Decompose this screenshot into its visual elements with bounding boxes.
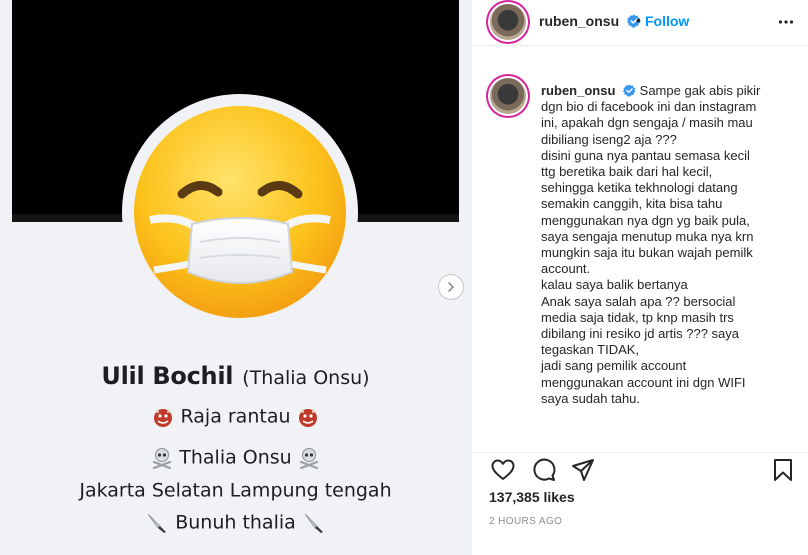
caption-text: mungkin saja itu bukan wajah pemilk — [541, 245, 753, 261]
knife-icon — [147, 513, 167, 533]
caption-text: menggunakan nya dgn yg baik pula, — [541, 212, 750, 228]
post-timestamp[interactable]: 2 HOURS AGO — [489, 516, 562, 527]
caption-text: disini guna nya pantau semasa kecil — [541, 147, 750, 163]
like-heart-icon[interactable] — [490, 457, 516, 483]
post-header: ruben_onsu • Follow — [472, 0, 808, 46]
ogre-icon — [154, 407, 173, 427]
skull-crossbones-icon — [153, 447, 172, 469]
verified-badge-icon — [623, 84, 636, 97]
caption-text: ini, apakah dgn sengaja / masih mau — [541, 115, 753, 131]
caption-username[interactable]: ruben_onsu — [541, 83, 640, 98]
post-side-panel: ruben_onsu • Follow ruben_onsu Sampe gak… — [471, 0, 808, 555]
username-link[interactable]: ruben_onsu — [539, 13, 641, 29]
bio-line: Bunuh thalia — [12, 511, 459, 534]
next-image-button[interactable] — [438, 274, 464, 300]
caption-text: saya sengaja menutup muka nya krn — [541, 228, 754, 244]
caption-text: Anak saya salah apa ?? bersocial — [541, 293, 736, 309]
caption-text: semakin canggih, kita bisa tahu — [541, 196, 723, 212]
caption-text: kalau saya balik bertanya — [541, 277, 688, 293]
profile-alternate-name: (Thalia Onsu) — [242, 367, 370, 389]
chevron-right-icon — [448, 282, 455, 292]
share-send-icon[interactable] — [570, 457, 596, 483]
caption: ruben_onsu Sampe gak abis pikir dgn bio … — [541, 83, 787, 407]
caption-text: sehingga ketika tekhnologi datang — [541, 180, 738, 196]
bio-line: Thalia Onsu — [12, 446, 459, 469]
skull-crossbones-icon — [299, 447, 318, 469]
ogre-icon — [298, 407, 317, 427]
facebook-profile-screenshot: Ulil Bochil (Thalia Onsu) Raja rantau Th… — [12, 0, 459, 555]
caption-text: saya sudah tahu. — [541, 390, 641, 406]
separator-dot: • — [636, 12, 641, 28]
avatar[interactable] — [490, 4, 526, 40]
profile-name: Ulil Bochil (Thalia Onsu) — [12, 362, 459, 390]
follow-button[interactable]: Follow — [645, 13, 689, 29]
caption-text: Sampe gak abis pikir — [639, 83, 761, 98]
caption-text: account. — [541, 261, 591, 277]
comment-icon[interactable] — [531, 457, 557, 483]
caption-text: dibiliang iseng2 aja ??? — [541, 131, 677, 147]
caption-text: dibilang ini resiko jd artis ??? saya — [541, 326, 739, 342]
caption-text: tegaskan TIDAK, — [541, 342, 640, 358]
profile-display-name: Ulil Bochil — [101, 362, 234, 390]
caption-text: ttg beretika baik dari hal kecil, — [541, 164, 713, 180]
more-options-icon[interactable] — [778, 14, 794, 30]
mask-face-icon — [134, 106, 346, 318]
comments-section: ruben_onsu Sampe gak abis pikir dgn bio … — [472, 66, 808, 452]
post-image: Ulil Bochil (Thalia Onsu) Raja rantau Th… — [0, 0, 471, 555]
bio-line: Raja rantau — [12, 405, 459, 428]
avatar[interactable] — [490, 78, 526, 114]
caption-text: media saja tidak, tp knp masih trs — [541, 309, 734, 325]
like-count[interactable]: 137,385 likes — [489, 489, 575, 505]
caption-text: jadi sang pemilik account — [541, 358, 687, 374]
caption-text: dgn bio di facebook ini dan instagram — [541, 99, 757, 115]
action-bar — [472, 452, 808, 488]
bookmark-icon[interactable] — [770, 457, 796, 483]
knife-icon — [304, 513, 323, 533]
bio-line: Jakarta Selatan Lampung tengah — [79, 479, 392, 502]
caption-text: menggunakan account ini dgn WIFI — [541, 374, 746, 390]
